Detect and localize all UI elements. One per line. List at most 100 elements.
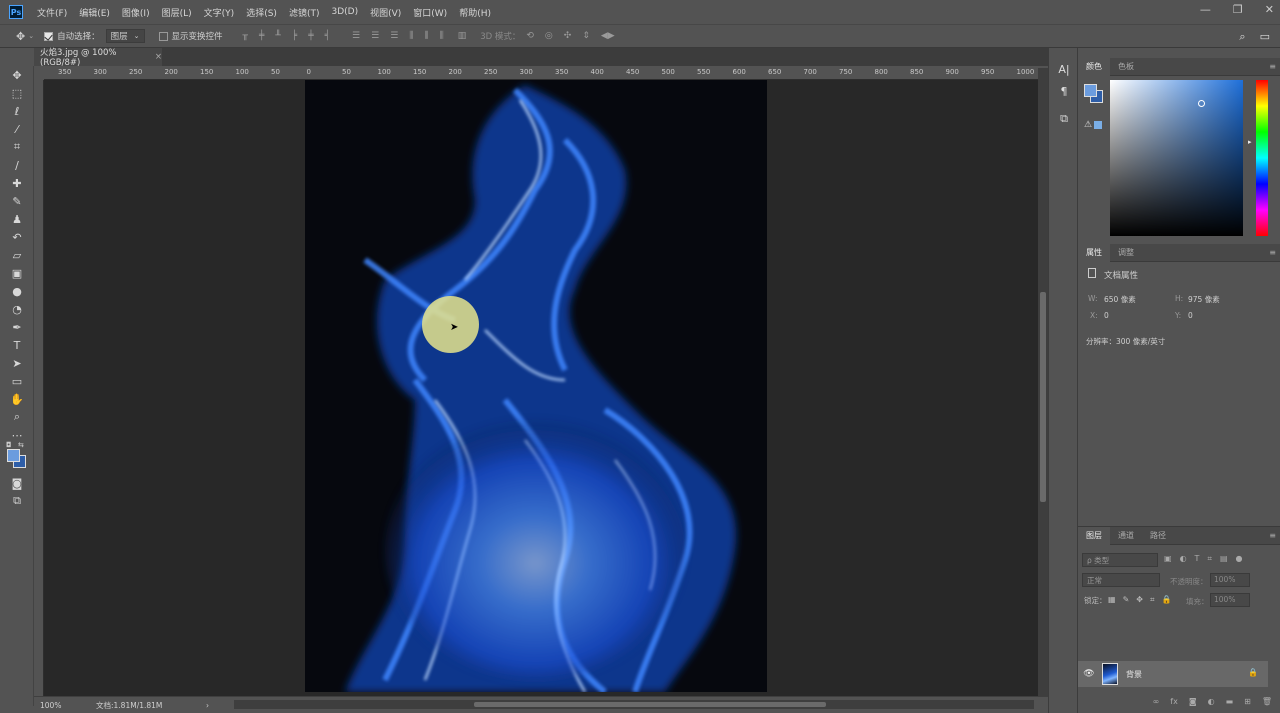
layer-lock-icon[interactable]: 🔒 [1248,668,1258,677]
menu-type[interactable]: 文字(Y) [198,6,241,19]
filter-type-icon[interactable]: T [1195,554,1200,564]
gradient-tool-icon[interactable]: ▣ [0,264,34,282]
screen-mode-icon[interactable]: ⧉ [0,492,34,510]
filter-pixel-icon[interactable]: ▣ [1164,554,1172,564]
foreground-color-swatch[interactable] [1084,84,1097,97]
close-button[interactable]: ✕ [1265,3,1274,16]
tab-properties[interactable]: 属性 [1078,243,1110,262]
move-tool-icon[interactable]: ✥ [0,66,34,84]
layer-row[interactable]: 👁 背景 🔒 [1078,661,1268,687]
visibility-eye-icon[interactable]: 👁 [1078,669,1100,679]
menu-help[interactable]: 帮助(H) [453,6,497,19]
menu-filter[interactable]: 滤镜(T) [283,6,326,19]
foreground-color-swatch[interactable] [7,449,20,462]
search-icon[interactable]: ⌕ [1239,30,1245,44]
tab-color[interactable]: 颜色 [1078,57,1110,76]
lock-position-icon[interactable]: ✥ [1136,595,1143,605]
crop-tool-icon[interactable]: ⌗ [0,138,34,156]
menu-3d[interactable]: 3D(D) [325,7,364,17]
magic-wand-tool-icon[interactable]: ⁄ [0,120,34,138]
quick-mask-icon[interactable]: ◙ [0,474,34,492]
height-value[interactable]: 975 像素 [1188,294,1220,305]
paragraph-panel-icon[interactable]: ¶ [1049,80,1079,102]
align-vcenter-icon[interactable]: ╪ [259,31,264,41]
document-tab[interactable]: 火焰3.jpg @ 100%(RGB/8#) × [34,48,162,68]
color-swatches[interactable]: ◘ ⇆ [0,441,34,474]
tab-channels[interactable]: 通道 [1110,527,1142,545]
document-canvas[interactable] [305,80,767,692]
move-tool-icon[interactable]: ✥ [16,30,25,43]
blur-tool-icon[interactable]: ● [0,282,34,300]
delete-layer-icon[interactable]: 🗑 [1262,697,1272,711]
clone-stamp-tool-icon[interactable]: ♟ [0,210,34,228]
default-colors-icon[interactable]: ◘ [6,441,12,449]
color-picker-field[interactable] [1110,80,1243,236]
3d-scale-icon[interactable]: ◀▶ [601,31,615,41]
vertical-scroll-thumb[interactable] [1040,292,1046,502]
distribute-hcenter-icon[interactable]: ⫼ [424,31,428,41]
menu-window[interactable]: 窗口(W) [407,6,453,19]
layer-style-icon[interactable]: fx [1170,697,1178,711]
3d-panel-icon[interactable]: ⧉ [1049,108,1079,130]
history-brush-tool-icon[interactable]: ↶ [0,228,34,246]
align-bottom-icon[interactable]: ╨ [275,31,280,41]
close-tab-icon[interactable]: × [155,52,162,62]
menu-select[interactable]: 选择(S) [240,6,283,19]
align-hcenter-icon[interactable]: ╪ [308,31,313,41]
marquee-tool-icon[interactable]: ⬚ [0,84,34,102]
width-value[interactable]: 650 像素 [1104,294,1136,305]
zoom-tool-icon[interactable]: ⌕ [0,408,34,426]
path-selection-tool-icon[interactable]: ➤ [0,354,34,372]
lock-transparent-icon[interactable]: ▦ [1108,595,1116,605]
distribute-bottom-icon[interactable]: ☰ [390,31,398,41]
align-right-icon[interactable]: ╡ [325,31,330,41]
panel-menu-icon[interactable]: ≡ [1269,531,1276,540]
status-menu-arrow-icon[interactable]: › [206,701,209,710]
link-layers-icon[interactable]: ∞ [1153,697,1160,711]
hue-slider-handle-icon[interactable]: ▸ [1248,138,1252,146]
3d-orbit-icon[interactable]: ⟲ [526,31,534,41]
distribute-left-icon[interactable]: ⫼ [409,31,413,41]
panel-menu-icon[interactable]: ≡ [1269,62,1276,71]
lock-all-icon[interactable]: 🔒 [1161,595,1171,605]
show-transform-checkbox[interactable] [158,31,168,41]
layer-name[interactable]: 背景 [1126,669,1142,680]
y-value[interactable]: 0 [1188,311,1193,320]
auto-select-target-dropdown[interactable]: 图层 ⌄ [105,29,145,43]
horizontal-ruler[interactable]: 350 300 250 200 150 100 50 0 50 100 150 200 250 300 35… [44,68,1038,80]
3d-roll-icon[interactable]: ◎ [545,31,553,41]
horizontal-scrollbar[interactable] [234,700,1034,709]
3d-pan-icon[interactable]: ✣ [564,31,572,41]
color-panel-swatches[interactable] [1084,84,1106,106]
type-tool-icon[interactable]: T [0,336,34,354]
filter-shape-icon[interactable]: ⌗ [1207,554,1212,564]
lasso-tool-icon[interactable]: ℓ [0,102,34,120]
workspace-icon[interactable]: ▭ [1260,30,1270,44]
auto-select-checkbox[interactable] [44,31,54,41]
zoom-level[interactable]: 100% [34,701,82,710]
healing-brush-tool-icon[interactable]: ✚ [0,174,34,192]
tab-swatches[interactable]: 色板 [1110,58,1142,76]
brush-tool-icon[interactable]: ✎ [0,192,34,210]
tool-preset-chevron-icon[interactable]: ⌄ [28,32,34,40]
tab-paths[interactable]: 路径 [1142,527,1174,545]
vertical-ruler[interactable] [34,80,44,696]
add-mask-icon[interactable]: ◙ [1189,697,1197,711]
opacity-field[interactable]: 100% [1210,573,1250,587]
dodge-tool-icon[interactable]: ◔ [0,300,34,318]
ruler-origin[interactable] [34,68,44,80]
eraser-tool-icon[interactable]: ▱ [0,246,34,264]
menu-file[interactable]: 文件(F) [31,6,73,19]
pen-tool-icon[interactable]: ✒ [0,318,34,336]
align-top-icon[interactable]: ╥ [243,31,248,41]
hue-slider[interactable] [1256,80,1268,236]
filter-smart-object-icon[interactable]: ▤ [1220,554,1228,564]
menu-image[interactable]: 图像(I) [116,6,156,19]
color-picker-cursor[interactable] [1198,100,1205,107]
rectangle-tool-icon[interactable]: ▭ [0,372,34,390]
tab-layers[interactable]: 图层 [1078,526,1110,545]
new-layer-icon[interactable]: ⊞ [1244,697,1251,711]
eyedropper-tool-icon[interactable]: ∕ [0,156,34,174]
distribute-right-icon[interactable]: ⫼ [440,31,444,41]
minimize-button[interactable]: — [1200,3,1211,16]
